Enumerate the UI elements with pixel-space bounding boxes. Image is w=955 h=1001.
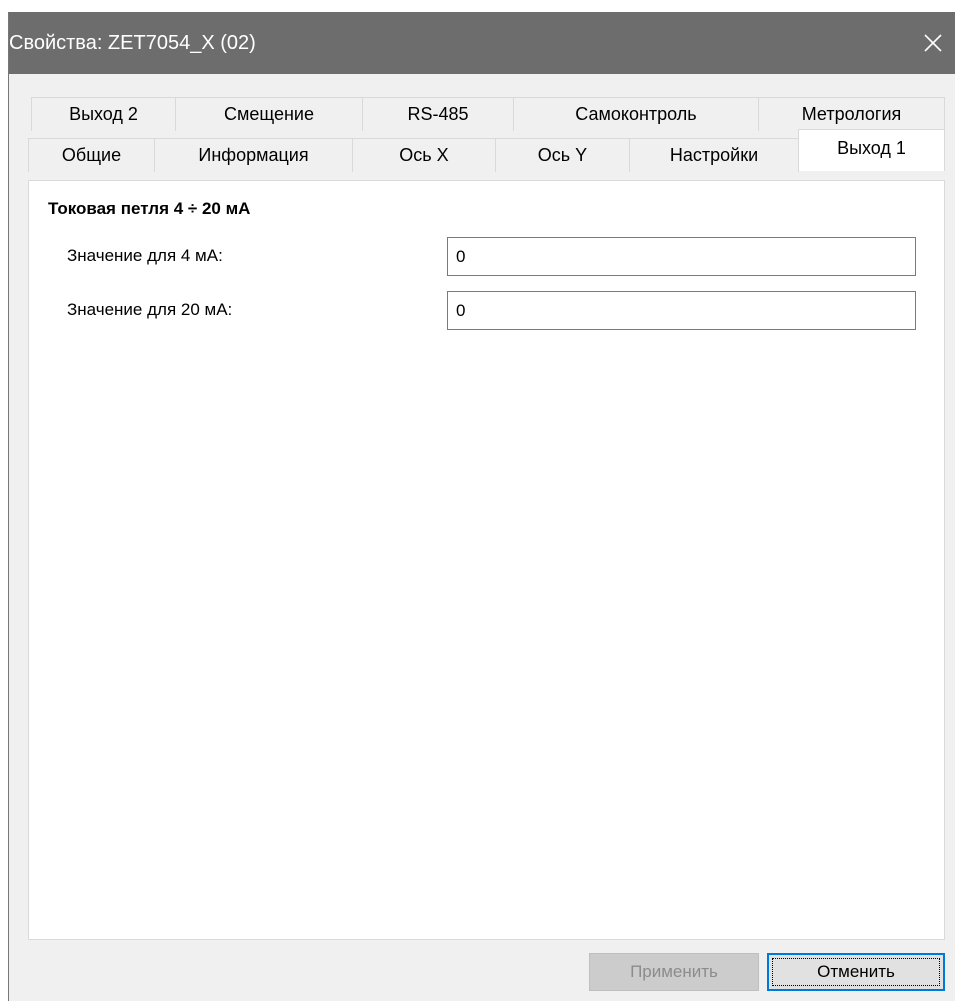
cancel-button-label: Отменить: [817, 962, 895, 981]
apply-button-label: Применить: [630, 962, 718, 981]
tab-information[interactable]: Информация: [154, 138, 353, 172]
tab-self-test[interactable]: Самоконтроль: [513, 97, 759, 131]
label-value-20ma: Значение для 20 мА:: [67, 300, 233, 319]
close-icon[interactable]: [910, 12, 955, 74]
window-title: Свойства: ZET7054_X (02): [9, 32, 256, 54]
title-bar: Свойства: ZET7054_X (02): [9, 12, 955, 74]
tab-general[interactable]: Общие: [28, 138, 155, 172]
label-value-4ma: Значение для 4 мА:: [67, 246, 223, 265]
tab-output-1[interactable]: Выход 1: [798, 129, 945, 171]
tab-metrology[interactable]: Метрология: [758, 97, 945, 131]
value-4ma-input[interactable]: [447, 237, 916, 276]
value-20ma-input[interactable]: [447, 291, 916, 330]
cancel-button[interactable]: Отменить: [767, 953, 945, 991]
tab-axis-y[interactable]: Ось Y: [495, 138, 630, 172]
tab-offset[interactable]: Смещение: [175, 97, 363, 131]
tab-settings[interactable]: Настройки: [629, 138, 799, 172]
tab-panel-output-1: Токовая петля 4 ÷ 20 мА Значение для 4 м…: [28, 180, 945, 940]
tab-axis-x[interactable]: Ось X: [352, 138, 496, 172]
tab-output-2[interactable]: Выход 2: [31, 97, 176, 131]
tab-rs485[interactable]: RS-485: [362, 97, 514, 131]
group-title: Токовая петля 4 ÷ 20 мА: [48, 199, 251, 218]
apply-button[interactable]: Применить: [589, 953, 759, 991]
properties-dialog: Свойства: ZET7054_X (02) Выход 2 Смещени…: [8, 12, 955, 1001]
